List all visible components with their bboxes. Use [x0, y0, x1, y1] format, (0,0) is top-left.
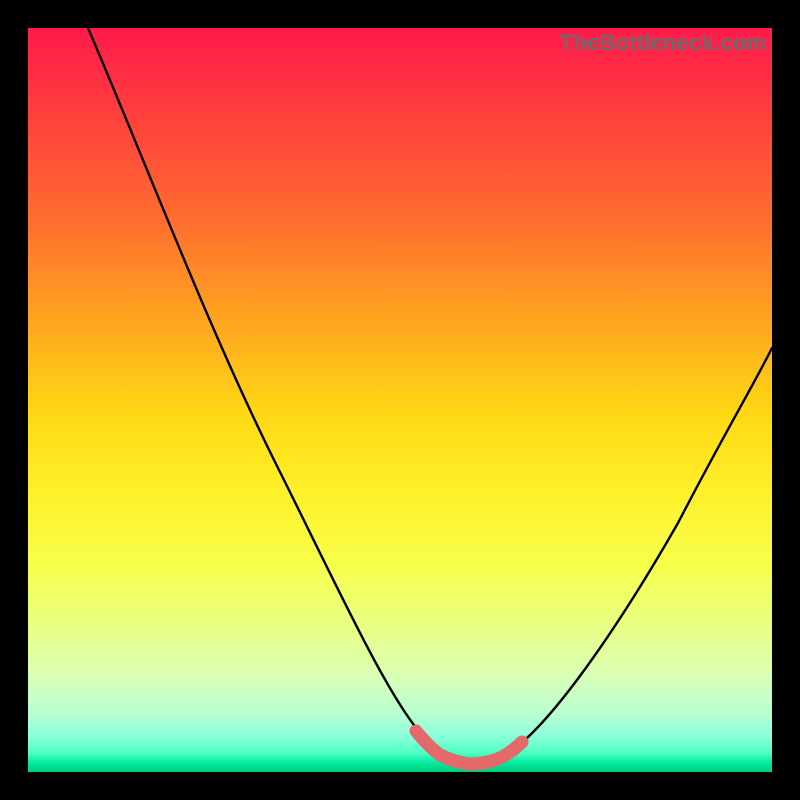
optimal-range-highlight	[416, 731, 522, 764]
plot-area: TheBottleneck.com	[28, 28, 772, 772]
bottleneck-curve	[88, 28, 772, 763]
curve-svg	[28, 28, 772, 772]
chart-frame: TheBottleneck.com	[0, 0, 800, 800]
